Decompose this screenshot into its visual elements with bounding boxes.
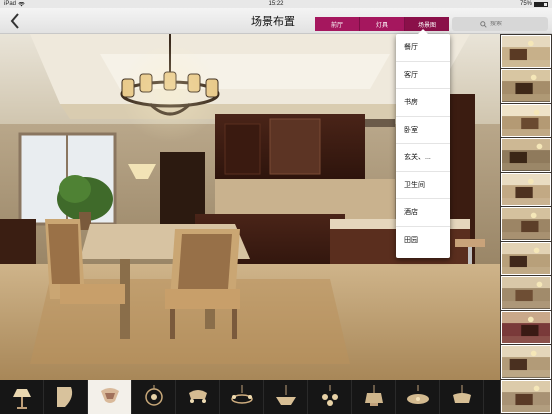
page-title: 场景布置: [251, 16, 295, 28]
lamp-icon: [144, 385, 163, 406]
scene-thumbnail[interactable]: [501, 35, 551, 69]
segment-lamps[interactable]: 灯具: [360, 17, 405, 31]
thumbnail-image: [502, 173, 550, 206]
lamp-icon: [364, 385, 383, 406]
thumbnail-image: [502, 70, 550, 102]
lamp-icon: [452, 385, 471, 403]
chevron-left-icon: [10, 13, 19, 29]
scene-thumbnail[interactable]: [501, 207, 551, 241]
lamp-product-item[interactable]: [220, 380, 264, 414]
scene-thumbnail[interactable]: [501, 345, 551, 379]
thumbnail-image: [502, 277, 550, 309]
lamp-product-item[interactable]: [440, 380, 484, 414]
segment-lobby[interactable]: 前厅: [315, 17, 360, 31]
scene-category-dropdown: 餐厅 客厅 书房 卧室 玄关、... 卫生间 酒店 田园: [396, 29, 450, 258]
lamp-product-item[interactable]: [88, 380, 132, 414]
lamp-product-item[interactable]: [132, 380, 176, 414]
thumbnail-image: [502, 36, 550, 68]
scene-thumbnail[interactable]: [501, 310, 551, 345]
lamp-icon: [321, 385, 338, 406]
lamp-icon: [406, 385, 429, 404]
lamp-icon: [275, 385, 296, 405]
dropdown-item-dining[interactable]: 餐厅: [396, 34, 450, 62]
thumbnail-image: [502, 104, 550, 137]
battery-icon: [534, 1, 548, 7]
dropdown-item-study[interactable]: 书房: [396, 89, 450, 117]
lamp-icon: [12, 389, 31, 409]
lamp-product-item[interactable]: [308, 380, 352, 414]
search-icon: [480, 20, 487, 28]
lamp-icon: [56, 387, 72, 407]
thumbnail-image: [502, 380, 550, 412]
search-box[interactable]: [452, 17, 548, 31]
thumbnail-image: [502, 139, 550, 171]
scene-thumbnail[interactable]: [501, 69, 551, 103]
dropdown-item-bathroom[interactable]: 卫生间: [396, 172, 450, 199]
status-bar: iPad 15:22 75%: [0, 0, 552, 8]
lamp-product-item[interactable]: [396, 380, 440, 414]
dropdown-item-entrance[interactable]: 玄关、...: [396, 144, 450, 172]
lamp-icon: [188, 390, 207, 403]
lamp-icon: [100, 388, 119, 403]
lamp-product-item[interactable]: [264, 380, 308, 414]
lamp-product-item[interactable]: [352, 380, 396, 414]
lamp-product-item[interactable]: [0, 380, 44, 414]
dropdown-item-hotel[interactable]: 酒店: [396, 199, 450, 227]
scene-thumbnail[interactable]: [501, 172, 551, 207]
scene-thumbnail[interactable]: [501, 276, 551, 310]
scene-thumbnail[interactable]: [501, 241, 551, 276]
scene-thumbnail[interactable]: [501, 379, 551, 413]
lamp-product-strip: [0, 380, 500, 414]
dropdown-item-bedroom[interactable]: 卧室: [396, 117, 450, 144]
thumbnail-image: [502, 208, 550, 240]
lamp-icon: [230, 385, 253, 404]
thumbnail-image: [502, 346, 550, 378]
thumbnail-image: [502, 242, 550, 275]
status-time: 15:22: [268, 1, 284, 7]
scene-thumbnail-strip: [500, 34, 552, 414]
search-input[interactable]: [490, 21, 520, 27]
dropdown-item-living[interactable]: 客厅: [396, 62, 450, 89]
segmented-control: 前厅 灯具 场景图: [315, 17, 449, 31]
back-button[interactable]: [6, 11, 24, 31]
scene-thumbnail[interactable]: [501, 103, 551, 138]
lamp-product-item[interactable]: [44, 380, 88, 414]
dropdown-item-rural[interactable]: 田园: [396, 227, 450, 255]
nav-bar: 场景布置 前厅 灯具 场景图: [0, 8, 552, 34]
scene-thumbnail[interactable]: [501, 138, 551, 172]
lamp-product-item[interactable]: [176, 380, 220, 414]
thumbnail-image: [502, 311, 550, 344]
